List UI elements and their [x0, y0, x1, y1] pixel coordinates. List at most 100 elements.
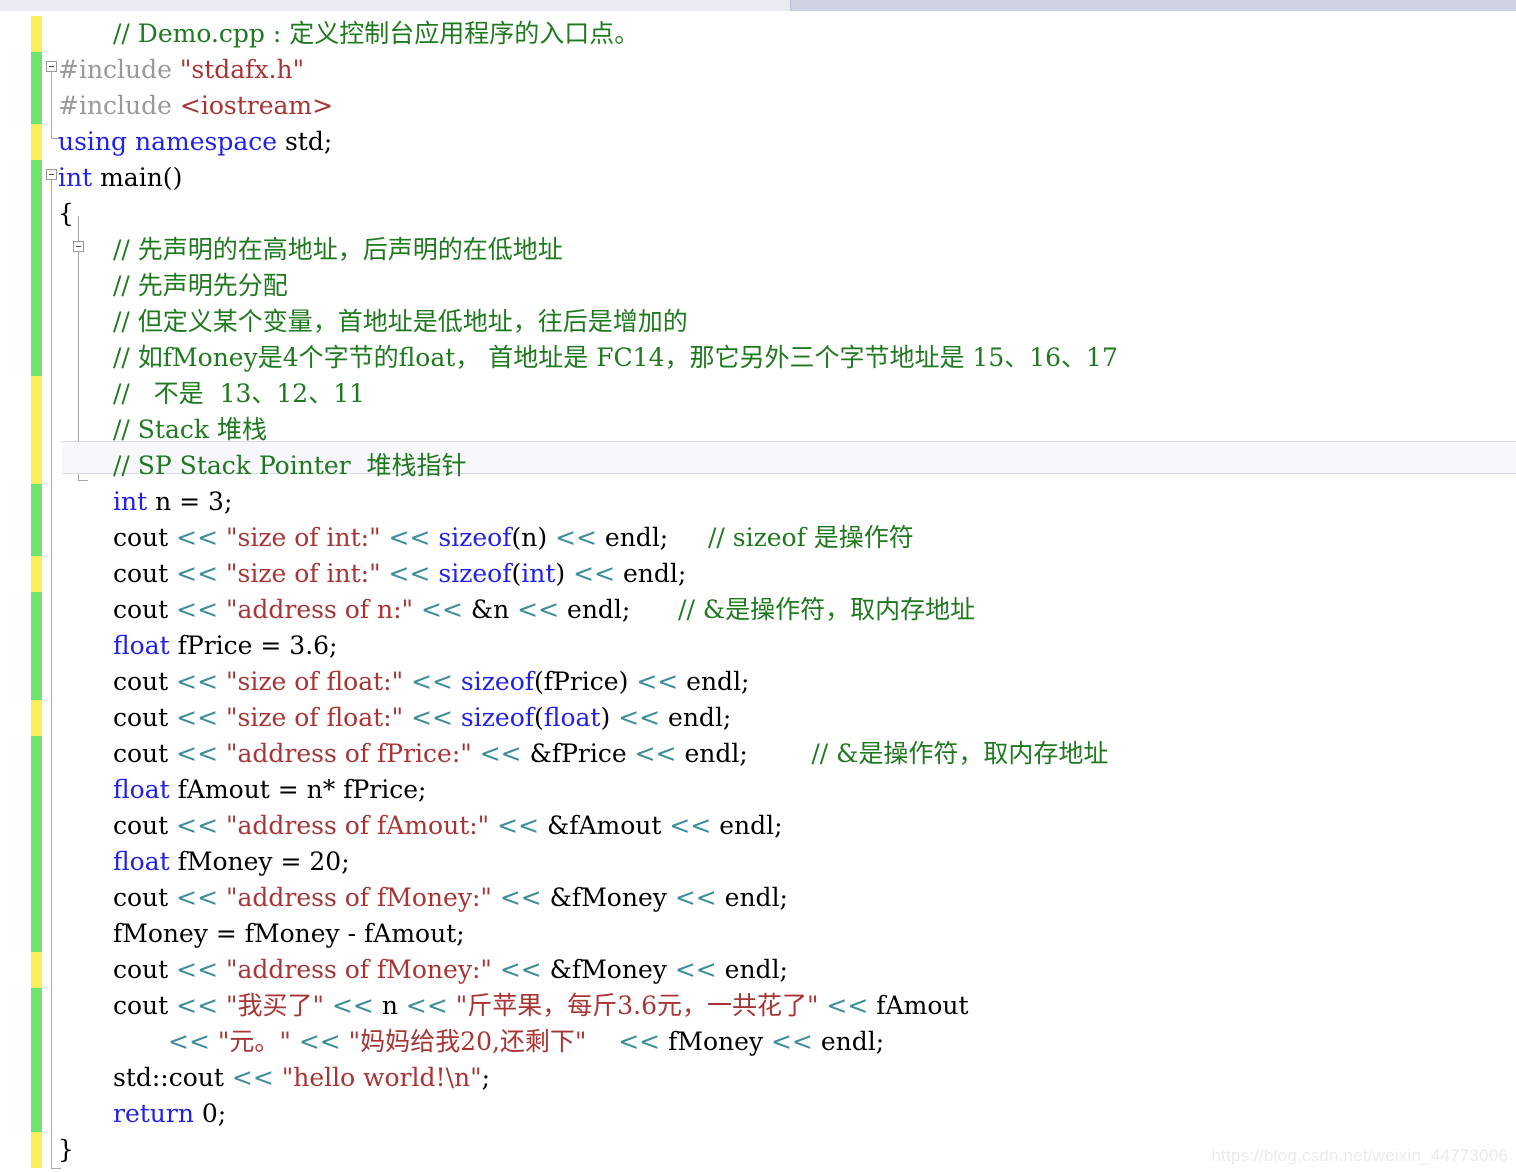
fold-main-function-icon[interactable]	[46, 169, 57, 180]
code-token: endl;	[596, 523, 708, 552]
code-token: <<	[499, 883, 542, 912]
code-line[interactable]: // 如fMoney是4个字节的float， 首地址是 FC14，那它另外三个字…	[113, 340, 1118, 376]
code-token: <<	[618, 703, 661, 732]
code-line[interactable]: cout << "size of float:" << sizeof(float…	[113, 700, 731, 736]
code-token: <<	[669, 811, 712, 840]
code-token: // 但定义某个变量，首地址是低地址，往后是增加的	[113, 307, 688, 336]
margin-change-bar-unsaved	[31, 376, 42, 484]
code-token: 0;	[193, 1099, 227, 1128]
margin-change-bar-unsaved	[31, 952, 42, 988]
code-line[interactable]: int main()	[58, 160, 182, 196]
fold-include-block-icon[interactable]	[46, 61, 57, 72]
code-token: // 不是 13、12、11	[113, 379, 366, 408]
code-token: // sizeof 是操作符	[707, 523, 914, 552]
code-line[interactable]: // Demo.cpp : 定义控制台应用程序的入口点。	[113, 16, 639, 52]
watermark-url: https://blog.csdn.net/weixin_44773006	[1211, 1146, 1508, 1165]
code-line[interactable]: #include "stdafx.h"	[58, 52, 304, 88]
code-token: )	[600, 703, 619, 732]
code-line[interactable]: // 先声明先分配	[113, 268, 288, 304]
code-token: int	[521, 559, 556, 588]
code-token: <<	[636, 667, 679, 696]
code-token: sizeof	[438, 559, 512, 588]
code-token: <<	[573, 559, 616, 588]
code-line[interactable]: // SP Stack Pointer 堆栈指针	[113, 448, 467, 484]
code-token: "address of fPrice:"	[226, 739, 472, 768]
code-line[interactable]: cout << "address of fPrice:" << &fPrice …	[113, 736, 1108, 772]
code-line[interactable]: // 但定义某个变量，首地址是低地址，往后是增加的	[113, 304, 688, 340]
code-token: <<	[388, 559, 431, 588]
horizontal-scrollbar-thumb[interactable]	[0, 0, 791, 11]
code-line[interactable]: cout << "address of fAmout:" << &fAmout …	[113, 808, 783, 844]
code-token: <<	[331, 991, 374, 1020]
margin-change-bar-saved	[31, 484, 42, 556]
code-token: return	[113, 1099, 194, 1128]
margin-change-bar-saved	[31, 160, 42, 376]
code-token: "address of fMoney:"	[226, 955, 492, 984]
code-line[interactable]: // 先声明的在高地址，后声明的在低地址	[113, 232, 563, 268]
code-line[interactable]: cout << "size of int:" << sizeof(int) <<…	[113, 556, 686, 592]
margin-change-bar-saved	[31, 592, 42, 700]
code-token: <<	[517, 595, 560, 624]
code-editor-surface[interactable]: // Demo.cpp : 定义控制台应用程序的入口点。 #include "st…	[0, 11, 1516, 1172]
code-line[interactable]: float fPrice = 3.6;	[113, 628, 337, 664]
code-token: // SP Stack Pointer 堆栈指针	[113, 451, 467, 480]
code-line[interactable]: cout << "size of int:" << sizeof(n) << e…	[113, 520, 914, 556]
code-line[interactable]: {	[58, 196, 74, 232]
margin-change-bar-unsaved	[31, 1132, 42, 1168]
code-line[interactable]: cout << "address of n:" << &n << endl; /…	[113, 592, 975, 628]
code-line[interactable]: std::cout << "hello world!\n";	[113, 1060, 490, 1096]
code-line[interactable]: float fAmout = n* fPrice;	[113, 772, 426, 808]
code-line[interactable]: fMoney = fMoney - fAmout;	[113, 916, 465, 952]
code-token: <<	[421, 595, 463, 624]
code-token: float	[543, 703, 601, 732]
horizontal-scrollbar[interactable]	[0, 0, 1516, 11]
code-token: "元。"	[217, 1027, 291, 1056]
code-line[interactable]: float fMoney = 20;	[113, 844, 350, 880]
code-line[interactable]: cout << "我买了" << n << "斤苹果，每斤3.6元，一共花了" …	[113, 988, 969, 1024]
code-line[interactable]: cout << "address of fMoney:" << &fMoney …	[113, 952, 788, 988]
code-line[interactable]: << "元。" << "妈妈给我20,还剩下" << fMoney << end…	[168, 1024, 884, 1060]
code-line[interactable]: int n = 3;	[113, 484, 232, 520]
code-token: // 先声明先分配	[113, 271, 288, 300]
code-token: <<	[618, 1027, 661, 1056]
code-token: sizeof	[438, 523, 512, 552]
fold-comment-block-icon[interactable]	[73, 241, 84, 252]
code-token: <<	[176, 559, 219, 588]
code-line[interactable]: }	[58, 1132, 74, 1168]
code-token: endl;	[615, 559, 687, 588]
code-line[interactable]: using namespace std;	[58, 124, 332, 160]
code-token: sizeof	[460, 703, 535, 732]
code-token: main()	[92, 163, 183, 192]
code-token: cout	[113, 523, 177, 552]
code-token: "address of fMoney:"	[226, 883, 492, 912]
code-token: // Demo.cpp : 定义控制台应用程序的入口点。	[113, 19, 640, 48]
code-token: <<	[479, 739, 522, 768]
code-token: fAmout = n* fPrice;	[169, 775, 427, 804]
code-line[interactable]: // 不是 13、12、11	[113, 376, 365, 412]
code-line[interactable]: cout << "address of fMoney:" << &fMoney …	[113, 880, 788, 916]
code-line[interactable]: #include <iostream>	[58, 88, 333, 124]
code-token: #include	[58, 55, 180, 84]
code-token: <<	[411, 667, 453, 696]
code-token: <<	[176, 739, 219, 768]
code-token: fMoney = 20;	[169, 847, 350, 876]
code-token: (n)	[511, 523, 556, 552]
code-token: &fMoney	[541, 955, 675, 984]
code-line[interactable]: return 0;	[113, 1096, 226, 1132]
code-token: endl;	[711, 811, 783, 840]
code-line[interactable]: // Stack 堆栈	[113, 412, 267, 448]
code-token: <<	[176, 667, 219, 696]
code-token: <<	[411, 703, 453, 732]
code-line[interactable]: cout << "size of float:" << sizeof(fPric…	[113, 664, 749, 700]
